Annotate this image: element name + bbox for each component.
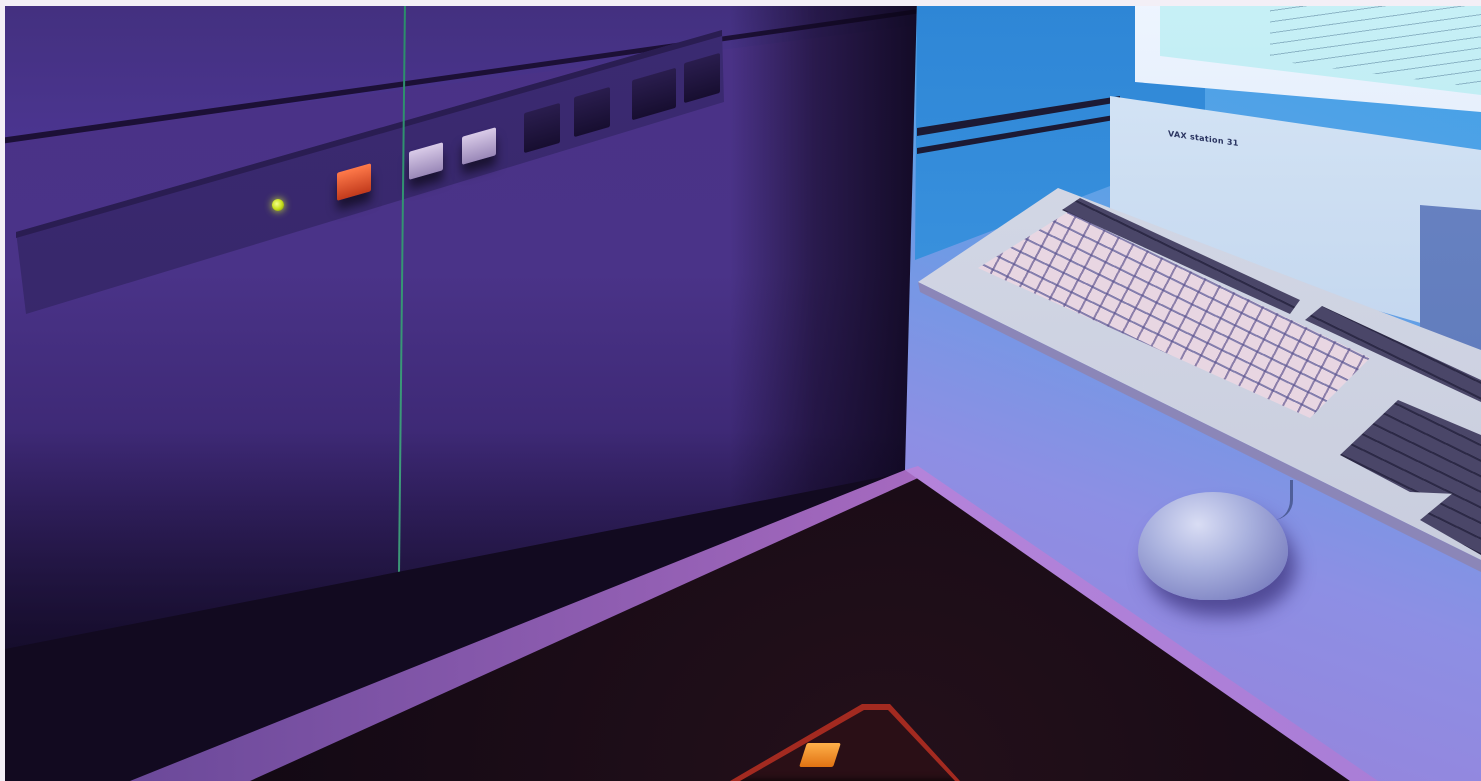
page-border-left	[0, 0, 5, 781]
power-led	[272, 199, 284, 211]
page-border-top	[0, 0, 1481, 6]
photo-scene: VAX station 3100	[0, 0, 1481, 781]
mouse	[1138, 492, 1288, 600]
